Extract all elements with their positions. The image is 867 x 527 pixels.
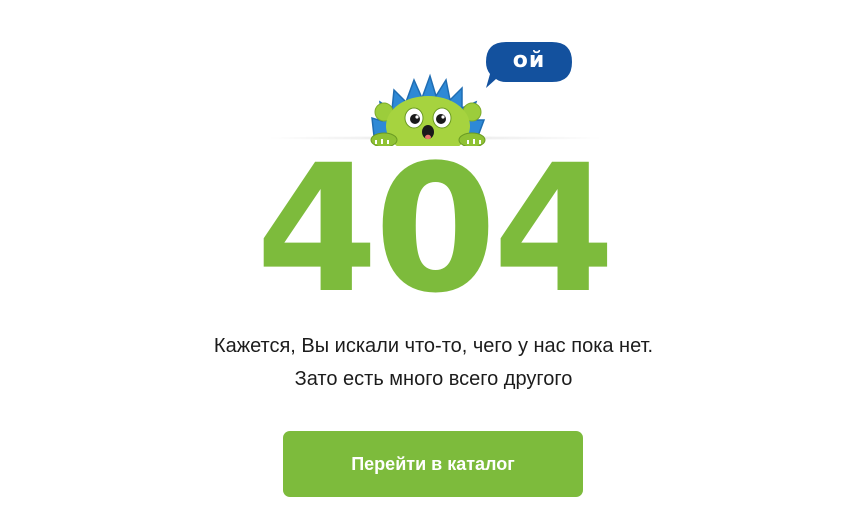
speech-bubble-icon: ой [484,40,574,90]
go-to-catalog-button[interactable]: Перейти в каталог [283,431,583,497]
error-message: Кажется, Вы искали что-то, чего у нас по… [0,330,867,396]
error-message-line-2: Зато есть много всего другого [294,368,573,390]
speech-bubble-text: ой [512,48,546,73]
error-message-line-1: Кажется, Вы искали что-то, чего у нас по… [213,335,654,357]
error-code: 404 [255,127,615,332]
